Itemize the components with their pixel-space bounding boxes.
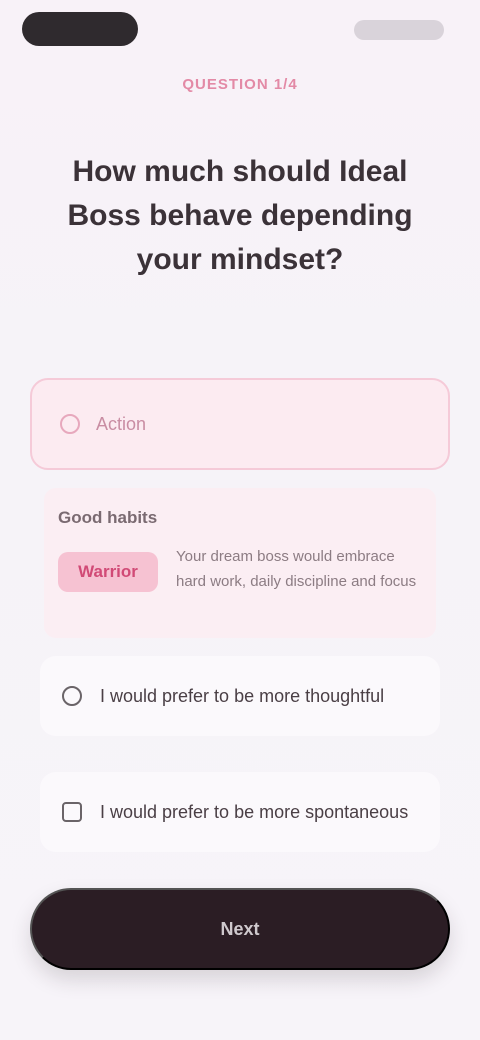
option-label: I would prefer to be more spontaneous <box>100 801 409 822</box>
next-button[interactable]: Next <box>30 888 450 970</box>
status-bar-right <box>354 20 444 40</box>
option-thoughtful[interactable]: I would prefer to be more thoughtful <box>40 656 440 736</box>
info-title: Good habits <box>58 508 158 527</box>
status-bar-left <box>22 12 138 46</box>
option-label: I would prefer to be more thoughtful <box>100 685 385 706</box>
info-description: Your dream boss would embrace hard work,… <box>176 548 417 590</box>
radio-icon <box>62 686 82 706</box>
checkbox-icon <box>62 802 82 822</box>
option-label: Action <box>96 413 147 434</box>
step-label: QUESTION 1/4 <box>182 76 298 93</box>
radio-icon <box>60 414 80 434</box>
option-spontaneous[interactable]: I would prefer to be more spontaneous <box>40 772 440 852</box>
info-panel: Good habits Warrior Your dream boss woul… <box>44 488 436 638</box>
page-title: How much should Ideal Boss behave depend… <box>67 155 413 276</box>
info-badge: Warrior <box>58 552 158 592</box>
option-card-selected[interactable]: Action <box>30 378 450 470</box>
